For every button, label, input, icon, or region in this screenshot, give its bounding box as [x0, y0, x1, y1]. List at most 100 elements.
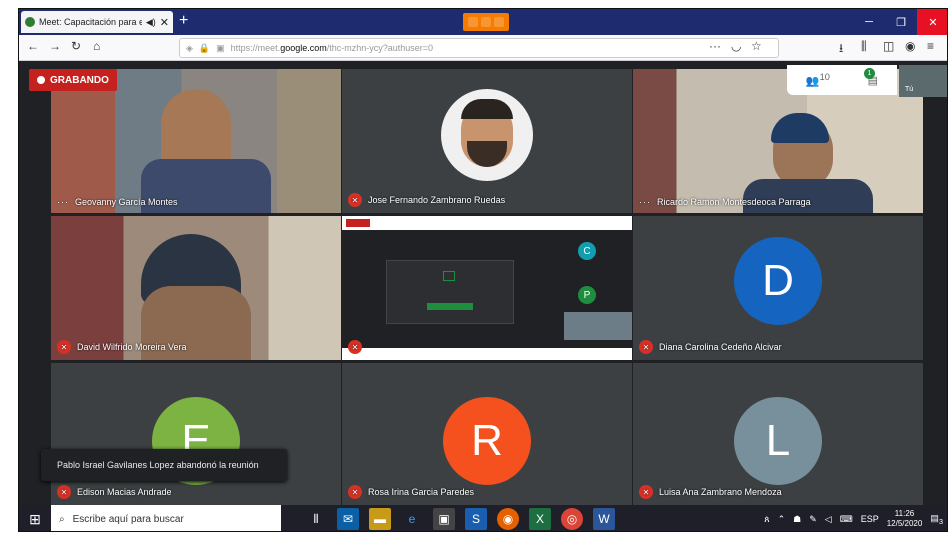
- forward-button[interactable]: →: [49, 39, 61, 53]
- search-icon: ⌕: [59, 513, 65, 525]
- mic-off-icon: ✕: [57, 485, 71, 499]
- new-tab-button[interactable]: +: [179, 12, 188, 30]
- sharing-indicator[interactable]: [463, 13, 509, 31]
- shared-avatar-c: C: [578, 242, 596, 260]
- shared-bottom-bar: [342, 348, 632, 360]
- tab-title: Meet: Capacitación para el: [39, 17, 142, 27]
- file-explorer-icon[interactable]: ▬: [369, 508, 391, 530]
- recording-badge: GRABANDO: [29, 69, 117, 91]
- excel-icon[interactable]: X: [529, 508, 551, 530]
- address-bar[interactable]: ◈ 🔒 ▣ https://meet.google.com/thc-mzhn-y…: [179, 38, 779, 58]
- shared-avatar-p: P: [578, 286, 596, 304]
- shared-thumbnail: [564, 312, 632, 340]
- notifications-icon[interactable]: ▤3: [930, 513, 943, 526]
- initial-avatar: R: [443, 397, 531, 486]
- taskbar-search-input[interactable]: ⌕ Escribe aquí para buscar: [51, 505, 281, 531]
- mic-off-icon: ✕: [348, 193, 362, 207]
- present-button: [427, 303, 473, 310]
- firefox-icon[interactable]: ◉: [497, 508, 519, 530]
- chat-badge: 1: [864, 68, 875, 79]
- shared-toolbar: [342, 216, 632, 230]
- shield-icon: ◈: [186, 42, 193, 53]
- clock[interactable]: 11:26 12/5/2020: [887, 509, 923, 529]
- sidebar-icon[interactable]: ◫: [883, 39, 894, 53]
- more-dots-icon: ···: [639, 197, 651, 207]
- present-icon: [443, 271, 455, 281]
- participant-tile[interactable]: ✕ David Wilfrido Moreira Vera: [51, 216, 341, 360]
- library-icon[interactable]: ⫼: [861, 39, 867, 54]
- maximize-button[interactable]: ❐: [885, 9, 917, 35]
- participant-name: ✕ Diana Carolina Cedeño Alcivar: [639, 340, 782, 354]
- pocket-icon[interactable]: ◡: [731, 39, 741, 53]
- tab-bar: Meet: Capacitación para el ◀) ✕ + ─ ❐ ✕: [19, 9, 947, 35]
- back-button[interactable]: ←: [27, 39, 39, 53]
- chevron-up-icon[interactable]: ⌃: [778, 514, 786, 525]
- downloads-icon[interactable]: ⭳: [839, 39, 843, 60]
- participant-tile[interactable]: L ✕ Luisa Ana Zambrano Mendoza: [633, 363, 923, 505]
- language-indicator[interactable]: ESP: [861, 514, 879, 524]
- mic-off-icon: ✕: [348, 485, 362, 499]
- participant-name: ✕ David Wilfrido Moreira Vera: [57, 340, 187, 354]
- windows-start-icon[interactable]: ⊞: [19, 505, 51, 531]
- screen-share-tile[interactable]: C P ✕: [342, 216, 632, 360]
- mic-off-icon: ✕: [639, 340, 653, 354]
- more-dots-icon: ···: [57, 197, 69, 207]
- page-actions-icon[interactable]: ···: [709, 39, 721, 53]
- store-icon[interactable]: ▣: [433, 508, 455, 530]
- chrome-icon[interactable]: ◎: [561, 508, 583, 530]
- camera-icon: [481, 17, 491, 27]
- record-dot-icon: [37, 76, 45, 84]
- left-meeting-toast: Pablo Israel Gavilanes Lopez abandonó la…: [41, 449, 287, 481]
- window-controls: ─ ❐ ✕: [853, 9, 947, 35]
- keyboard-icon[interactable]: ⌨: [840, 514, 853, 525]
- self-view-tile[interactable]: Tú: [899, 65, 947, 97]
- meet-grid: GRABANDO 👥10 ▤ 1 Tú ··· Geovanny García M…: [19, 61, 947, 505]
- participant-name: ✕ Luisa Ana Zambrano Mendoza: [639, 485, 782, 499]
- close-tab-icon[interactable]: ✕: [160, 16, 169, 29]
- account-icon[interactable]: ◉: [905, 39, 915, 53]
- screenshot-frame: Meet: Capacitación para el ◀) ✕ + ─ ❐ ✕ …: [0, 0, 952, 537]
- tab-meet[interactable]: Meet: Capacitación para el ◀) ✕: [21, 11, 173, 33]
- reload-button[interactable]: ↻: [71, 39, 81, 53]
- participant-name: ··· Geovanny García Montes: [57, 197, 178, 207]
- self-label: Tú: [905, 86, 914, 93]
- participant-tile[interactable]: R ✕ Rosa Irina Garcia Paredes: [342, 363, 632, 505]
- volume-icon[interactable]: ◁: [825, 514, 832, 525]
- pen-icon[interactable]: ✎: [809, 514, 817, 525]
- taskbar-apps: ⫴ ✉ ▬ e ▣ S ◉ X ◎ W: [305, 508, 615, 530]
- minimize-button[interactable]: ─: [853, 9, 885, 35]
- skype-icon[interactable]: S: [465, 508, 487, 530]
- shared-present-box: [386, 260, 514, 324]
- mail-icon[interactable]: ✉: [337, 508, 359, 530]
- word-icon[interactable]: W: [593, 508, 615, 530]
- initial-avatar: L: [734, 397, 822, 486]
- menu-icon[interactable]: ≡: [927, 39, 934, 53]
- participant-name: ✕ Edison Macias Andrade: [57, 485, 172, 499]
- permissions-icon[interactable]: ▣: [216, 43, 225, 54]
- network-icon[interactable]: ☗: [793, 514, 801, 525]
- home-button[interactable]: ⌂: [93, 39, 100, 53]
- participant-figure: [161, 89, 231, 169]
- meet-favicon-icon: [25, 17, 35, 27]
- mic-off-icon: ✕: [348, 340, 362, 354]
- task-view-icon[interactable]: ⫴: [305, 508, 327, 530]
- microphone-icon: [494, 17, 504, 27]
- close-window-button[interactable]: ✕: [917, 9, 947, 35]
- participant-tile[interactable]: E ✕ Edison Macias Andrade: [51, 363, 341, 505]
- people-icon[interactable]: ጰ: [764, 514, 769, 525]
- mic-off-icon: ✕: [639, 485, 653, 499]
- edge-icon[interactable]: e: [401, 508, 423, 530]
- lock-icon: 🔒: [198, 42, 211, 53]
- participant-tile[interactable]: D ✕ Diana Carolina Cedeño Alcivar: [633, 216, 923, 360]
- browser-window: Meet: Capacitación para el ◀) ✕ + ─ ❐ ✕ …: [18, 8, 948, 532]
- participant-name: ✕ Jose Fernando Zambrano Ruedas: [348, 193, 505, 207]
- hair: [461, 99, 513, 120]
- participant-tile[interactable]: ✕ Jose Fernando Zambrano Ruedas: [342, 69, 632, 213]
- speaker-icon: ◀): [145, 16, 156, 27]
- participants-button[interactable]: 👥10: [806, 72, 830, 88]
- bookmark-star-icon[interactable]: ☆: [751, 39, 762, 53]
- participant-name: ✕ Rosa Irina Garcia Paredes: [348, 485, 474, 499]
- participant-name: ✕: [348, 340, 368, 354]
- shared-rec-badge: [346, 219, 370, 227]
- url-text: https://meet.google.com/thc-mzhn-ycy?aut…: [230, 43, 434, 53]
